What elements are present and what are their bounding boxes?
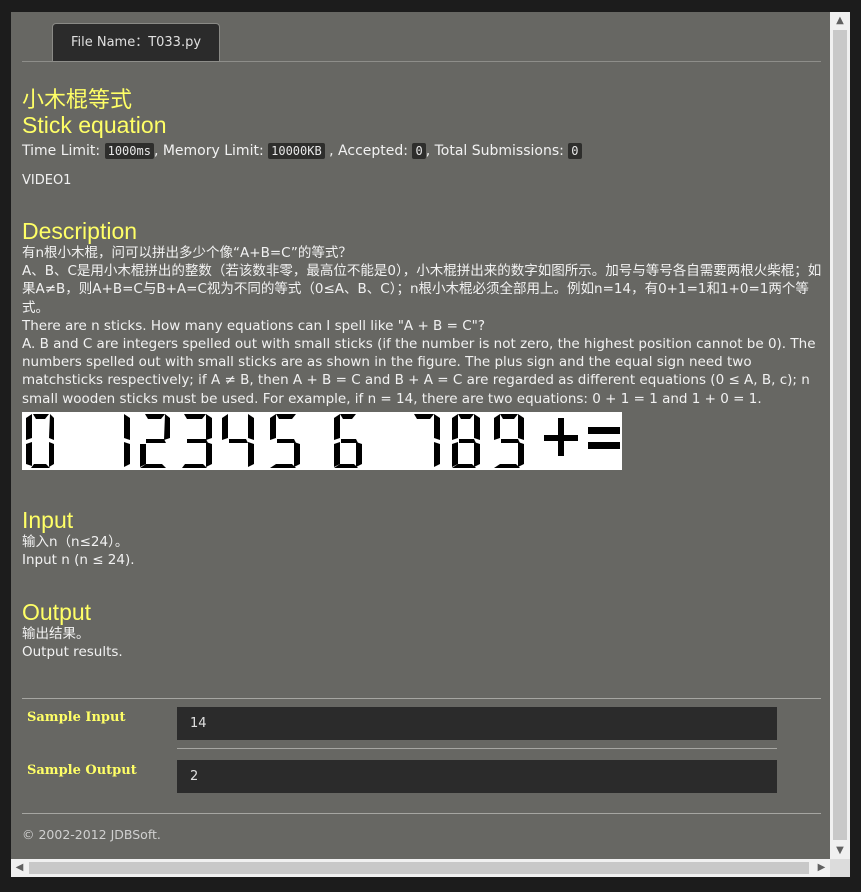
sample-bottom-divider	[22, 813, 821, 814]
sample-output-label: Sample Output	[27, 763, 137, 778]
scrollbar-corner	[830, 859, 850, 877]
output-en: Output results.	[22, 644, 123, 661]
vertical-scrollbar[interactable]: ▲ ▼	[830, 12, 850, 859]
input-en: Input n (n ≤ 24).	[22, 552, 135, 569]
scroll-up-arrow-icon[interactable]: ▲	[830, 12, 850, 29]
memory-limit-value: 10000KB	[268, 143, 325, 159]
memory-limit-label: , Memory Limit:	[153, 143, 264, 159]
scroll-right-arrow-icon[interactable]: ▶	[813, 859, 830, 877]
description-heading: Description	[22, 218, 138, 244]
sample-top-divider	[22, 698, 821, 699]
description-cn-1: 有n根小木棍，问可以拼出多少个像“A+B=C”的等式？	[22, 245, 352, 261]
matchstick-digits-image	[22, 411, 622, 470]
footer-copyright: © 2002-2012 JDBSoft.	[22, 827, 161, 842]
sample-middle-divider	[177, 748, 777, 749]
vertical-scroll-thumb[interactable]	[833, 30, 847, 840]
output-heading: Output	[22, 599, 92, 626]
browser-window: File Name：T033.py 小木棍等式 Stick equation T…	[0, 0, 861, 892]
description-en-2: A. B and C are integers spelled out with…	[22, 336, 816, 407]
input-heading: Input	[22, 506, 74, 533]
problem-title-cn: 小木棍等式	[22, 87, 133, 112]
output-cn: 输出结果。	[22, 626, 90, 643]
time-limit-label: Time Limit:	[22, 143, 101, 159]
input-cn: 输入n（n≤24）。	[22, 533, 129, 550]
problem-limits: Time Limit: 1000ms, Memory Limit: 10000K…	[22, 139, 822, 163]
description-en-1: There are n sticks. How many equations c…	[22, 317, 486, 334]
accepted-value: 0	[412, 143, 426, 159]
scroll-down-arrow-icon[interactable]: ▼	[830, 842, 850, 859]
description-cn-2: A、B、C是用小木棍拼出的整数（若该数非零，最高位不能是0），小木棍拼出来的数字…	[22, 263, 822, 316]
problem-content: 小木棍等式 Stick equation Time Limit: 1000ms,…	[22, 88, 822, 662]
page-viewport: File Name：T033.py 小木棍等式 Stick equation T…	[11, 12, 830, 859]
sample-output-box: 2	[177, 760, 777, 793]
video-link[interactable]: VIDEO1	[22, 172, 822, 190]
horizontal-scroll-thumb[interactable]	[29, 862, 809, 874]
sample-input-box: 14	[177, 707, 777, 740]
time-limit-value: 1000ms	[104, 143, 154, 159]
tab-divider	[22, 61, 821, 62]
horizontal-scrollbar[interactable]: ◀ ▶	[11, 859, 830, 877]
tab-file-name[interactable]: File Name：T033.py	[52, 23, 220, 61]
scroll-left-arrow-icon[interactable]: ◀	[11, 859, 28, 877]
total-submissions-label: , Total Submissions:	[425, 143, 564, 159]
accepted-label: , Accepted:	[329, 143, 408, 159]
problem-title-en: Stick equation	[22, 112, 167, 138]
sample-input-label: Sample Input	[27, 710, 126, 725]
total-submissions-value: 0	[568, 143, 582, 159]
